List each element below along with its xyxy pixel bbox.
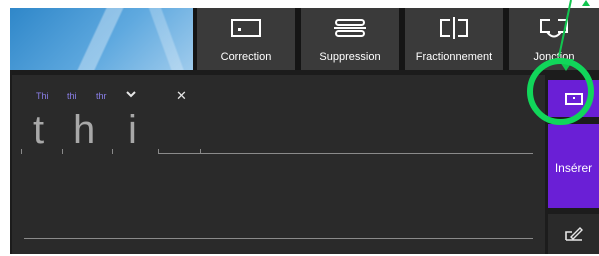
char-separator bbox=[62, 149, 63, 154]
suggestion-2[interactable]: thi bbox=[67, 91, 77, 101]
suggestion-1[interactable]: Thi bbox=[36, 91, 49, 101]
split-icon bbox=[440, 17, 468, 39]
handwriting-mode-button[interactable] bbox=[548, 214, 599, 254]
keyboard-icon bbox=[565, 93, 583, 105]
char-separator bbox=[112, 149, 113, 154]
annotation-arrow-tail bbox=[582, 0, 590, 6]
chevron-down-icon[interactable] bbox=[125, 89, 137, 99]
desktop-wallpaper bbox=[10, 8, 193, 70]
insert-label: Insérer bbox=[554, 161, 593, 175]
close-icon[interactable]: ✕ bbox=[176, 88, 187, 104]
bottom-writing-line bbox=[24, 238, 533, 239]
fractionnement-label: Fractionnement bbox=[415, 51, 493, 63]
handwriting-char-2: h bbox=[73, 108, 96, 152]
suggestion-3[interactable]: thr bbox=[96, 91, 107, 101]
insert-button[interactable]: Insérer bbox=[548, 124, 599, 208]
correction-label: Correction bbox=[220, 51, 272, 63]
annotation-arrow-head bbox=[558, 59, 574, 71]
writing-panel[interactable] bbox=[12, 75, 545, 254]
char-separator bbox=[21, 149, 22, 154]
suppression-label: Suppression bbox=[319, 51, 381, 63]
strikethrough-icon bbox=[334, 19, 366, 37]
suppression-button[interactable]: Suppression bbox=[301, 8, 399, 70]
pen-icon bbox=[565, 227, 583, 241]
correction-icon bbox=[231, 19, 261, 37]
jonction-label: Jonction bbox=[533, 51, 575, 63]
fractionnement-button[interactable]: Fractionnement bbox=[405, 8, 503, 70]
handwriting-char-1: t bbox=[33, 108, 45, 152]
correction-button[interactable]: Correction bbox=[197, 8, 295, 70]
keyboard-toggle-button[interactable] bbox=[548, 80, 599, 117]
handwriting-char-3: i bbox=[128, 108, 137, 152]
jonction-button[interactable]: Jonction bbox=[509, 8, 599, 70]
writing-baseline bbox=[158, 153, 533, 154]
